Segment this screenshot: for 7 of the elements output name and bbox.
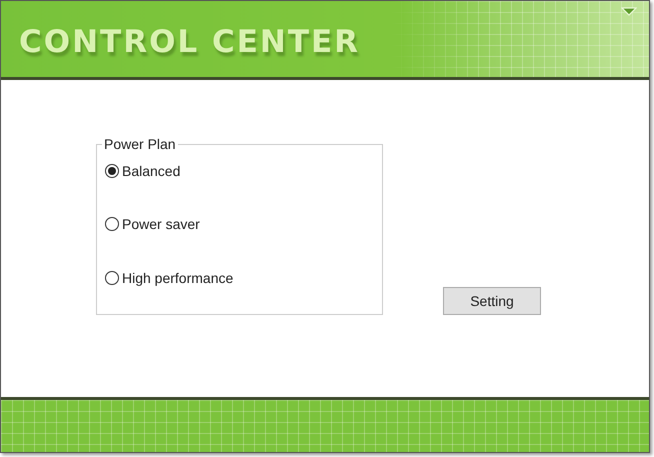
radio-option[interactable]: Power saver [105,216,200,232]
app-title: CONTROL CENTER [19,24,360,60]
group-title: Power Plan [103,136,177,152]
setting-button[interactable]: Setting [443,287,541,315]
radio-option[interactable]: Balanced [105,163,180,179]
radio-option[interactable]: High performance [105,270,234,286]
dropdown-icon[interactable] [621,7,637,16]
